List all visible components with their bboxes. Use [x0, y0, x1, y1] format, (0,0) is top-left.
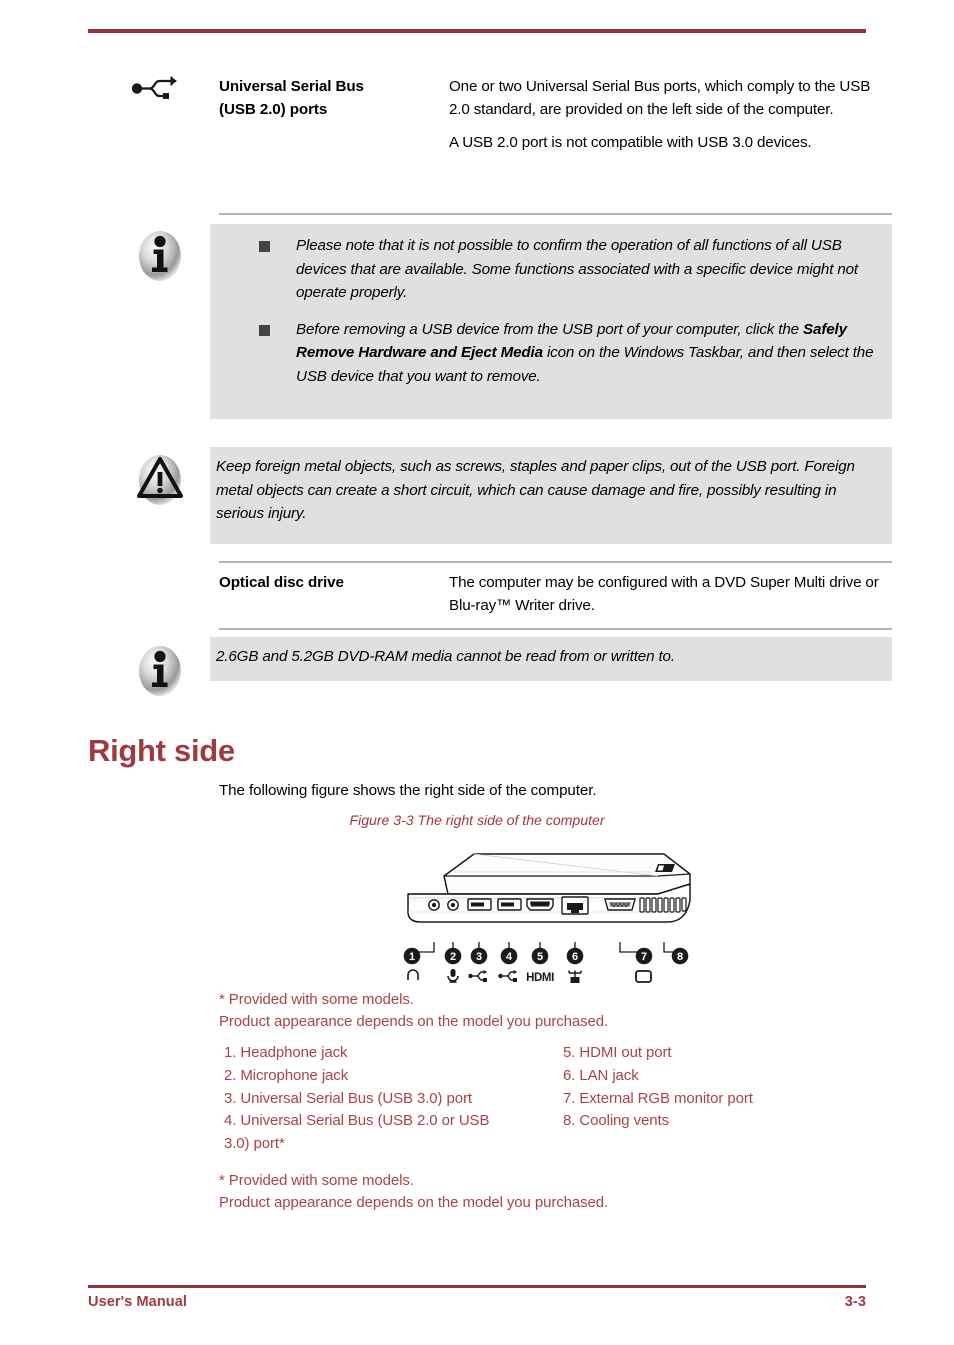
note-item-text-before: Before removing a USB device from the US…: [296, 320, 804, 338]
page-bottom-rule: [88, 1285, 866, 1288]
spec-term-line-1: Universal Serial Bus: [219, 78, 364, 95]
legend-item-continuation: 3.0) port*: [224, 1135, 285, 1153]
spec-row-divider-2: [219, 561, 892, 563]
spec-term-usb-ports: Universal Serial Bus (USB 2.0) ports: [219, 75, 434, 121]
square-bullet-icon: [259, 324, 270, 336]
spec-definition-optical-disc-drive: The computer may be configured with a DV…: [449, 571, 891, 618]
legend-right-column: 5. HDMI out port 6. LAN jack 7. External…: [563, 1042, 903, 1133]
hdmi-label: HDMI: [526, 972, 554, 984]
svg-text:2: 2: [450, 951, 456, 963]
legend-item: 5. HDMI out port: [563, 1044, 672, 1061]
section-intro-paragraph: The following figure shows the right sid…: [219, 782, 597, 799]
info-icon: [136, 643, 184, 699]
spec-definition-usb-ports: One or two Universal Serial Bus ports, w…: [449, 75, 891, 154]
square-bullet-icon: [259, 241, 270, 252]
warning-triangle-icon: [136, 452, 184, 508]
figure-notes-top-line-1: * Provided with some models.: [219, 991, 414, 1008]
caution-box-usb-text: Keep foreign metal objects, such as scre…: [216, 458, 855, 523]
note-item-text: Before removing a USB device from the US…: [296, 318, 880, 389]
svg-text:6: 6: [572, 951, 578, 963]
svg-text:4: 4: [506, 951, 513, 963]
figure-notes-top-line-2: Product appearance depends on the model …: [219, 1012, 609, 1030]
note-box-usb-text: Please note that it is not possible to c…: [259, 234, 880, 388]
note-item-text: Please note that it is not possible to c…: [296, 237, 859, 302]
figure-notes-bottom: * Provided with some models. Product app…: [219, 1170, 892, 1214]
note-list-item: Please note that it is not possible to c…: [259, 234, 880, 305]
spec-row-divider-1: [219, 213, 892, 215]
svg-text:5: 5: [537, 951, 543, 963]
legend-item: 3. Universal Serial Bus (USB 3.0) port: [224, 1089, 472, 1107]
svg-text:8: 8: [677, 951, 683, 963]
info-icon: [136, 228, 184, 284]
spec-term-optical-disc-drive: Optical disc drive: [219, 574, 344, 591]
spec-definition-paragraph-2: A USB 2.0 port is not compatible with US…: [449, 133, 812, 151]
svg-text:1: 1: [409, 951, 415, 963]
legend-item: 6. LAN jack: [563, 1066, 639, 1084]
legend-item: 7. External RGB monitor port: [563, 1089, 753, 1107]
figure-caption: Figure 3-3 The right side of the compute…: [349, 813, 605, 829]
figure-notes-bottom-line-2: Product appearance depends on the model …: [219, 1193, 609, 1211]
legend-item: 1. Headphone jack: [224, 1044, 348, 1061]
figure-callout-badges: 1 2 3 4 5 6 7 8: [396, 946, 696, 966]
svg-text:7: 7: [641, 951, 647, 963]
legend-left-column: 1. Headphone jack 2. Microphone jack 3. …: [224, 1042, 564, 1156]
spec-definition-paragraph-1: One or two Universal Serial Bus ports, w…: [449, 78, 871, 119]
usb-plus-icon: [128, 72, 184, 107]
page-title-right-side: Right side: [88, 733, 235, 768]
figure-port-glyphs: HDMI: [396, 966, 696, 988]
page-top-rule: [88, 29, 866, 33]
note-list-item: Before removing a USB device from the US…: [259, 318, 880, 389]
footer-left-label: User's Manual: [88, 1294, 188, 1310]
legend-item: 8. Cooling vents: [563, 1112, 669, 1130]
svg-text:3: 3: [476, 951, 482, 963]
figure-notes-top: * Provided with some models. Product app…: [219, 989, 892, 1033]
note-box-dvdram-text: 2.6GB and 5.2GB DVD-RAM media cannot be …: [216, 648, 675, 665]
legend-item: 4. Universal Serial Bus (USB 2.0 or USB: [224, 1112, 490, 1130]
legend-item: 2. Microphone jack: [224, 1066, 349, 1084]
figure-notes-bottom-line-1: * Provided with some models.: [219, 1172, 414, 1189]
footer-page-number: 3-3: [844, 1294, 866, 1310]
spec-term-line-2: (USB 2.0) ports: [219, 101, 328, 119]
spec-definition-paragraph-1: The computer may be configured with a DV…: [449, 574, 879, 615]
spec-row-divider-3: [219, 628, 892, 630]
manual-page: Universal Serial Bus (USB 2.0) ports One…: [0, 0, 954, 1345]
page-footer: User's Manual 3-3: [88, 1294, 866, 1310]
